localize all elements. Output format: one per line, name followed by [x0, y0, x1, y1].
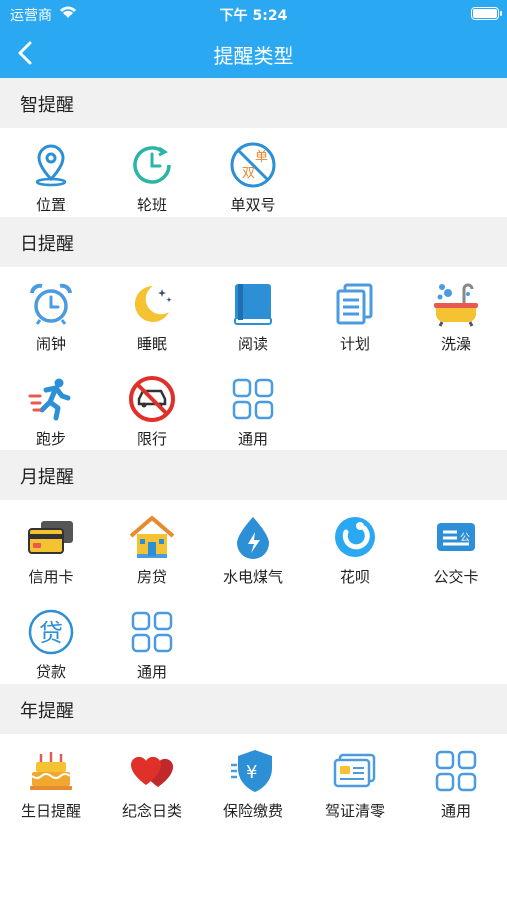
- book-icon: [228, 279, 278, 329]
- item-loan[interactable]: 贷 贷款: [0, 595, 102, 690]
- hearts-icon: [127, 746, 177, 796]
- item-general-yearly[interactable]: 通用: [405, 734, 507, 829]
- item-general-monthly[interactable]: 通用: [101, 595, 203, 690]
- item-label: 公交卡: [433, 568, 479, 586]
- status-time: 下午 5:24: [219, 8, 288, 24]
- location-pin-icon: [26, 140, 76, 190]
- item-label: 花呗: [339, 568, 370, 586]
- section-title: 年提醒: [20, 701, 74, 722]
- item-label: 限行: [136, 430, 167, 448]
- item-general-daily[interactable]: 通用: [202, 362, 304, 457]
- section-title: 智提醒: [20, 95, 74, 116]
- item-label: 贷款: [35, 663, 66, 681]
- birthday-cake-icon: [26, 746, 76, 796]
- loan-icon: 贷: [26, 607, 76, 657]
- item-label: 保险缴费: [222, 802, 283, 820]
- no-car-icon: [127, 374, 177, 424]
- item-traffic-limit[interactable]: 限行: [101, 362, 203, 457]
- grid-icon: [431, 746, 481, 796]
- page-title: 提醒类型: [213, 44, 294, 68]
- huabei-icon: [330, 512, 380, 562]
- utilities-drop-icon: [228, 512, 278, 562]
- item-label: 阅读: [237, 335, 268, 353]
- svg-text:贷: 贷: [39, 619, 63, 647]
- item-location[interactable]: 位置: [0, 128, 102, 223]
- item-label: 睡眠: [136, 335, 167, 353]
- runner-icon: [26, 374, 76, 424]
- svg-text:单: 单: [255, 150, 268, 165]
- item-alarm[interactable]: 闹钟: [0, 267, 102, 362]
- section-title: 日提醒: [20, 234, 74, 255]
- item-insurance[interactable]: ¥ 保险缴费: [202, 734, 304, 829]
- item-label: 计划: [339, 335, 370, 353]
- clock-cycle-icon: [127, 140, 177, 190]
- item-label: 位置: [35, 196, 66, 214]
- item-bus-card[interactable]: 公 公交卡: [405, 500, 507, 595]
- grid-icon: [127, 607, 177, 657]
- item-label: 单双号: [230, 196, 276, 214]
- credit-card-icon: [26, 512, 76, 562]
- svg-text:¥: ¥: [246, 762, 257, 783]
- bathtub-icon: [431, 279, 481, 329]
- item-label: 通用: [136, 663, 167, 681]
- alarm-clock-icon: [26, 279, 76, 329]
- moon-icon: [127, 279, 177, 329]
- section-header-smart: 智提醒: [0, 78, 507, 128]
- bus-card-icon: 公: [431, 512, 481, 562]
- item-huabei[interactable]: 花呗: [304, 500, 406, 595]
- item-label: 跑步: [35, 430, 66, 448]
- insurance-shield-icon: ¥: [228, 746, 278, 796]
- item-plan[interactable]: 计划: [304, 267, 406, 362]
- license-card-icon: [330, 746, 380, 796]
- item-label: 房贷: [136, 568, 167, 586]
- navigation-bar: 提醒类型: [0, 28, 507, 78]
- section-title: 月提醒: [20, 467, 74, 488]
- item-label: 闹钟: [35, 335, 66, 353]
- svg-text:双: 双: [242, 166, 255, 181]
- item-mortgage[interactable]: 房贷: [101, 500, 203, 595]
- item-bath[interactable]: 洗澡: [405, 267, 507, 362]
- item-license[interactable]: 驾证清零: [304, 734, 406, 829]
- odd-even-plate-icon: 单双: [228, 140, 278, 190]
- section-header-yearly: 年提醒: [0, 684, 507, 734]
- item-credit-card[interactable]: 信用卡: [0, 500, 102, 595]
- battery-icon: [471, 7, 502, 20]
- item-reading[interactable]: 阅读: [202, 267, 304, 362]
- item-label: 通用: [440, 802, 471, 820]
- section-header-daily: 日提醒: [0, 217, 507, 267]
- item-label: 生日提醒: [20, 802, 81, 820]
- section-header-monthly: 月提醒: [0, 450, 507, 500]
- item-sleep[interactable]: 睡眠: [101, 267, 203, 362]
- item-label: 信用卡: [28, 568, 74, 586]
- item-utilities[interactable]: 水电煤气: [202, 500, 304, 595]
- item-label: 通用: [237, 430, 268, 448]
- item-shift[interactable]: 轮班: [101, 128, 203, 223]
- item-running[interactable]: 跑步: [0, 362, 102, 457]
- documents-icon: [330, 279, 380, 329]
- item-anniversary[interactable]: 纪念日类: [101, 734, 203, 829]
- item-label: 纪念日类: [121, 802, 182, 820]
- item-odd-even[interactable]: 单双 单双号: [202, 128, 304, 223]
- item-label: 驾证清零: [324, 802, 385, 820]
- item-label: 轮班: [136, 196, 167, 214]
- grid-icon: [228, 374, 278, 424]
- svg-text:公: 公: [460, 533, 470, 544]
- house-icon: [127, 512, 177, 562]
- item-birthday[interactable]: 生日提醒: [0, 734, 102, 829]
- item-label: 洗澡: [440, 335, 471, 353]
- status-bar: 运营商 下午 5:24: [0, 0, 507, 28]
- item-label: 水电煤气: [222, 568, 283, 586]
